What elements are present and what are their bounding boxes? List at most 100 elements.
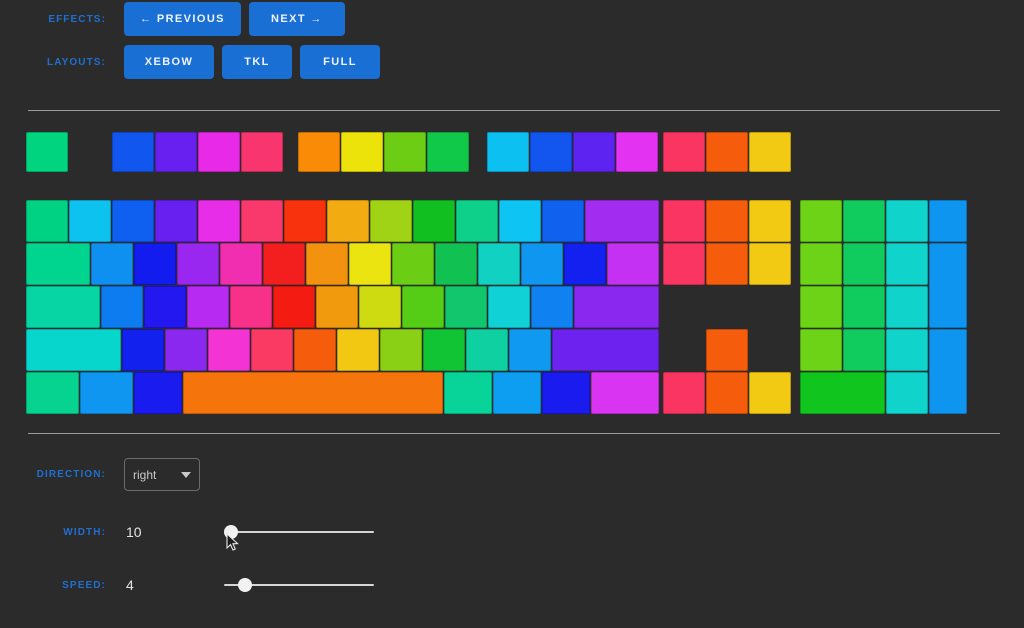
key-numpad-2[interactable] xyxy=(843,329,885,371)
width-slider[interactable] xyxy=(224,523,374,541)
key-f7[interactable] xyxy=(384,132,426,172)
key-equals[interactable] xyxy=(542,200,584,242)
key-f2[interactable] xyxy=(155,132,197,172)
key-letter-t[interactable] xyxy=(263,243,305,285)
key-numpad-minus[interactable] xyxy=(929,200,967,242)
key-arrow-down[interactable] xyxy=(706,372,748,414)
key-print-screen[interactable] xyxy=(663,132,705,172)
key-enter[interactable] xyxy=(574,286,659,328)
key-arrow-left[interactable] xyxy=(663,372,705,414)
key-letter-n[interactable] xyxy=(337,329,379,371)
key-numpad-1[interactable] xyxy=(800,329,842,371)
key-letter-d[interactable] xyxy=(187,286,229,328)
key-letter-f[interactable] xyxy=(230,286,272,328)
key-f11[interactable] xyxy=(573,132,615,172)
key-digit-8[interactable] xyxy=(370,200,412,242)
key-digit-1[interactable] xyxy=(69,200,111,242)
key-arrow-right[interactable] xyxy=(749,372,791,414)
key-letter-c[interactable] xyxy=(208,329,250,371)
layout-tkl-button[interactable]: TKL xyxy=(222,45,292,79)
key-shift-right[interactable] xyxy=(552,329,659,371)
key-fn[interactable] xyxy=(493,372,541,414)
key-end[interactable] xyxy=(706,243,748,285)
key-f12[interactable] xyxy=(616,132,658,172)
key-bracket-left[interactable] xyxy=(521,243,563,285)
key-letter-p[interactable] xyxy=(478,243,520,285)
key-numpad-3[interactable] xyxy=(886,329,928,371)
key-space[interactable] xyxy=(183,372,443,414)
key-numpad-8[interactable] xyxy=(843,243,885,285)
key-letter-a[interactable] xyxy=(101,286,143,328)
key-letter-q[interactable] xyxy=(91,243,133,285)
key-numpad-period[interactable] xyxy=(886,372,928,414)
key-letter-y[interactable] xyxy=(306,243,348,285)
next-effect-button[interactable]: NEXT → xyxy=(248,2,345,36)
layout-full-button[interactable]: FULL xyxy=(300,45,380,79)
key-minus[interactable] xyxy=(499,200,541,242)
key-scroll-lock[interactable] xyxy=(706,132,748,172)
key-slash[interactable] xyxy=(509,329,551,371)
key-numpad-5[interactable] xyxy=(843,286,885,328)
key-alt-right[interactable] xyxy=(444,372,492,414)
key-letter-u[interactable] xyxy=(349,243,391,285)
key-letter-e[interactable] xyxy=(177,243,219,285)
key-ctrl-right[interactable] xyxy=(542,372,590,414)
key-digit-5[interactable] xyxy=(241,200,283,242)
key-letter-s[interactable] xyxy=(144,286,186,328)
key-f9[interactable] xyxy=(487,132,529,172)
key-f1[interactable] xyxy=(112,132,154,172)
key-quote[interactable] xyxy=(531,286,573,328)
key-digit-0[interactable] xyxy=(456,200,498,242)
key-f5[interactable] xyxy=(298,132,340,172)
key-letter-v[interactable] xyxy=(251,329,293,371)
key-numpad-enter[interactable] xyxy=(929,329,967,414)
key-f3[interactable] xyxy=(198,132,240,172)
key-meta-left[interactable] xyxy=(80,372,133,414)
key-letter-m[interactable] xyxy=(380,329,422,371)
key-page-up[interactable] xyxy=(749,200,791,242)
key-numpad-0[interactable] xyxy=(800,372,885,414)
key-letter-z[interactable] xyxy=(122,329,164,371)
key-numpad-6[interactable] xyxy=(886,286,928,328)
key-letter-r[interactable] xyxy=(220,243,262,285)
key-letter-j[interactable] xyxy=(359,286,401,328)
width-slider-thumb[interactable] xyxy=(224,525,238,539)
key-shift-left[interactable] xyxy=(26,329,121,371)
key-period[interactable] xyxy=(466,329,508,371)
key-num-lock[interactable] xyxy=(800,200,842,242)
key-f6[interactable] xyxy=(341,132,383,172)
key-comma[interactable] xyxy=(423,329,465,371)
key-caps-lock[interactable] xyxy=(26,286,100,328)
key-digit-6[interactable] xyxy=(284,200,326,242)
key-esc[interactable] xyxy=(26,132,68,172)
key-menu[interactable] xyxy=(591,372,659,414)
key-f10[interactable] xyxy=(530,132,572,172)
key-numpad-9[interactable] xyxy=(886,243,928,285)
direction-select[interactable]: right xyxy=(124,458,200,491)
key-f4[interactable] xyxy=(241,132,283,172)
key-letter-x[interactable] xyxy=(165,329,207,371)
key-numpad-multiply[interactable] xyxy=(886,200,928,242)
key-letter-l[interactable] xyxy=(445,286,487,328)
key-backslash[interactable] xyxy=(607,243,659,285)
key-numpad-divide[interactable] xyxy=(843,200,885,242)
key-digit-2[interactable] xyxy=(112,200,154,242)
key-numpad-7[interactable] xyxy=(800,243,842,285)
key-letter-b[interactable] xyxy=(294,329,336,371)
key-home[interactable] xyxy=(706,200,748,242)
key-tab[interactable] xyxy=(26,243,90,285)
key-ctrl-left[interactable] xyxy=(26,372,79,414)
key-letter-o[interactable] xyxy=(435,243,477,285)
key-pause[interactable] xyxy=(749,132,791,172)
key-letter-h[interactable] xyxy=(316,286,358,328)
key-insert[interactable] xyxy=(663,200,705,242)
key-letter-g[interactable] xyxy=(273,286,315,328)
keyboard-preview[interactable] xyxy=(0,126,1024,421)
key-arrow-up[interactable] xyxy=(706,329,748,371)
key-numpad-plus[interactable] xyxy=(929,243,967,328)
key-backspace[interactable] xyxy=(585,200,659,242)
key-page-down[interactable] xyxy=(749,243,791,285)
key-f8[interactable] xyxy=(427,132,469,172)
previous-effect-button[interactable]: ← PREVIOUS xyxy=(124,2,241,36)
key-delete[interactable] xyxy=(663,243,705,285)
